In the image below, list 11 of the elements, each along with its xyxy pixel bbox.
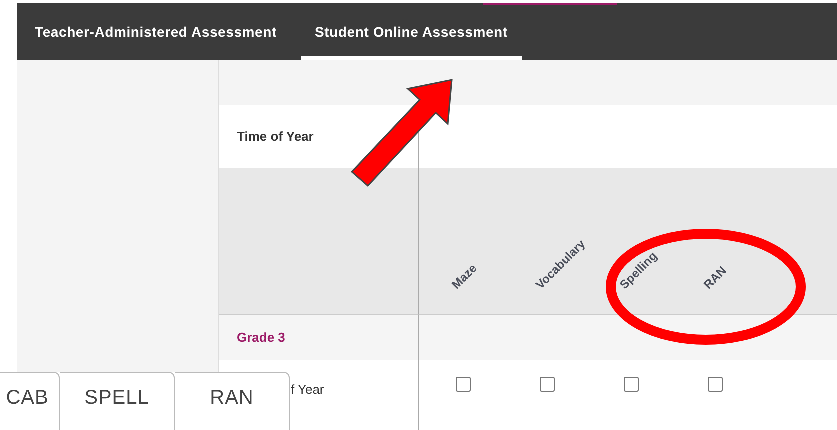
checkbox[interactable] [540,377,554,392]
group-label: Grade 3 [237,330,286,345]
checkbox[interactable] [708,377,722,392]
row-label: f Year [291,382,324,396]
inset-tab[interactable]: SPELL [60,372,175,430]
column-header: Time of Year [237,129,314,144]
checkbox[interactable] [456,377,470,392]
inset-tab[interactable]: RAN [175,372,290,430]
checkbox[interactable] [624,377,638,392]
inset-tab[interactable]: CAB [0,372,60,430]
tab[interactable]: Teacher-Administered Assessment [21,3,291,60]
